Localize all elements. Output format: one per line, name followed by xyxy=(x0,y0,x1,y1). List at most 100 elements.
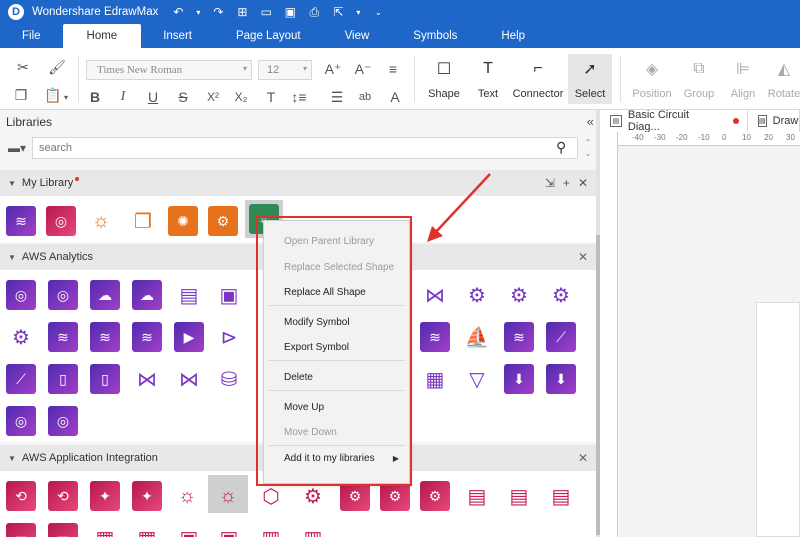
aws-symbol[interactable]: ⚙ xyxy=(298,481,328,511)
library-symbol[interactable]: ☼ xyxy=(86,206,116,236)
close-icon[interactable]: ✕ xyxy=(578,250,588,264)
text-align-icon[interactable]: ≡ xyxy=(384,60,402,78)
aws-symbol[interactable]: ▥ xyxy=(256,523,286,537)
select-button[interactable]: ➚ Select xyxy=(568,54,612,104)
menu-help[interactable]: Help xyxy=(479,24,547,48)
aws-symbol[interactable]: ⚙ xyxy=(504,280,534,310)
aws-symbol[interactable]: ⛵ xyxy=(462,322,492,352)
aws-symbol[interactable]: ⬇ xyxy=(504,364,534,394)
canvas-page[interactable] xyxy=(756,302,800,537)
new-file-icon[interactable]: ⊞ xyxy=(234,4,250,20)
position-button[interactable]: ◈ Position xyxy=(630,54,674,104)
underline-icon[interactable]: U xyxy=(144,88,162,106)
menu-modify-symbol[interactable]: Modify Symbol xyxy=(264,312,409,332)
aws-symbol[interactable]: ▽ xyxy=(462,364,492,394)
menu-export-symbol[interactable]: Export Symbol xyxy=(264,337,409,357)
aws-symbol[interactable]: ☼ xyxy=(213,481,243,511)
aws-symbol[interactable]: ⚙ xyxy=(6,322,36,352)
search-icon[interactable]: ⚲ xyxy=(556,139,566,156)
menu-replace-selected-shape[interactable]: Replace Selected Shape xyxy=(264,257,409,277)
aws-symbol[interactable]: ▦ xyxy=(90,523,120,537)
add-icon[interactable]: + xyxy=(563,176,570,190)
subscript-icon[interactable]: X₂ xyxy=(232,88,250,106)
bullet-list-icon[interactable]: ☰ xyxy=(328,88,346,106)
aws-symbol[interactable]: ▯ xyxy=(48,364,78,394)
bold-icon[interactable]: B xyxy=(86,88,104,106)
aws-symbol[interactable]: ◎ xyxy=(6,280,36,310)
aws-symbol[interactable]: ◎ xyxy=(48,280,78,310)
save-icon[interactable]: ▣ xyxy=(282,4,298,20)
rotate-button[interactable]: ◭ Rotate xyxy=(768,54,800,104)
menu-add-to-my-libraries[interactable]: Add it to my libraries ▶ xyxy=(264,448,409,468)
close-icon[interactable]: ✕ xyxy=(578,176,588,190)
aws-symbol[interactable]: ▣ xyxy=(214,523,244,537)
align-button[interactable]: ⊫ Align xyxy=(726,54,760,104)
aws-symbol[interactable]: ▣ xyxy=(214,280,244,310)
connector-button[interactable]: ⌐ Connector xyxy=(512,54,564,104)
aws-symbol[interactable]: ▣ xyxy=(174,523,204,537)
aws-symbol[interactable]: ≋ xyxy=(132,322,162,352)
doc-tab-drawing[interactable]: ▤ Drawin xyxy=(748,110,800,132)
aws-symbol[interactable]: ▤ xyxy=(504,481,534,511)
open-folder-icon[interactable]: ▭ xyxy=(258,4,274,20)
font-color-icon[interactable]: A xyxy=(386,88,404,106)
aws-symbol[interactable]: ▶ xyxy=(174,322,204,352)
aws-symbol[interactable]: ≋ xyxy=(420,322,450,352)
aws-symbol[interactable]: ⋈ xyxy=(132,364,162,394)
print-icon[interactable]: ⎙ xyxy=(306,4,322,20)
aws-symbol[interactable]: ⚙ xyxy=(420,481,450,511)
aws-symbol[interactable]: ◎ xyxy=(48,406,78,436)
aws-symbol[interactable]: ▤ xyxy=(546,481,576,511)
italic-icon[interactable]: I xyxy=(114,88,132,106)
customize-toolbar-icon[interactable]: ⌄ xyxy=(370,4,386,20)
library-manager-icon[interactable]: ▬▾ xyxy=(8,141,26,155)
menu-file[interactable]: File xyxy=(0,24,63,48)
text-format-icon[interactable]: T xyxy=(262,88,280,106)
aws-symbol[interactable]: ▦ xyxy=(132,523,162,537)
menu-page-layout[interactable]: Page Layout xyxy=(214,24,323,48)
group-button[interactable]: ⧉ Group xyxy=(680,54,718,104)
aws-symbol[interactable]: ☁ xyxy=(132,280,162,310)
aws-symbol[interactable]: ▭ xyxy=(6,523,36,537)
aws-symbol[interactable]: ▥ xyxy=(298,523,328,537)
aws-symbol[interactable]: ▭ xyxy=(48,523,78,537)
aws-symbol[interactable]: ⬇ xyxy=(546,364,576,394)
strikethrough-icon[interactable]: S xyxy=(174,88,192,106)
decrease-font-icon[interactable]: A⁻ xyxy=(354,60,372,78)
aws-symbol[interactable]: ▦ xyxy=(420,364,450,394)
collapse-panel-icon[interactable]: « xyxy=(587,114,594,129)
menu-insert[interactable]: Insert xyxy=(141,24,214,48)
search-scroll-arrows[interactable]: ⌃ ⌄ xyxy=(582,137,594,159)
aws-symbol[interactable]: ⋈ xyxy=(174,364,204,394)
menu-view[interactable]: View xyxy=(323,24,392,48)
aws-symbol[interactable]: ⟋ xyxy=(6,364,36,394)
font-family-select[interactable]: Times New Roman ▾ xyxy=(86,60,252,80)
aws-symbol[interactable]: ⬡ xyxy=(256,481,286,511)
undo-dropdown-icon[interactable]: ▾ xyxy=(194,4,202,20)
close-icon[interactable]: ✕ xyxy=(578,451,588,465)
font-size-select[interactable]: 12 ▾ xyxy=(258,60,312,80)
aws-symbol[interactable]: ⚙ xyxy=(462,280,492,310)
format-painter-icon[interactable]: 🖌 xyxy=(48,58,66,76)
aws-symbol[interactable]: ⋈ xyxy=(420,280,450,310)
aws-symbol[interactable]: ⊳ xyxy=(214,322,244,352)
paste-icon[interactable]: 📋 xyxy=(44,86,62,104)
text-case-icon[interactable]: ab xyxy=(356,88,374,106)
menu-move-up[interactable]: Move Up xyxy=(264,397,409,417)
aws-symbol[interactable]: ◎ xyxy=(6,406,36,436)
aws-symbol[interactable]: ✦ xyxy=(90,481,120,511)
line-spacing-icon[interactable]: ↕≡ xyxy=(290,88,308,106)
text-button[interactable]: T Text xyxy=(472,54,504,104)
aws-symbol[interactable]: ⚙ xyxy=(380,481,410,511)
aws-symbol[interactable]: ▤ xyxy=(174,280,204,310)
menu-replace-all-shape[interactable]: Replace All Shape xyxy=(264,282,409,302)
library-symbol[interactable]: ≋ xyxy=(6,206,36,236)
aws-symbol[interactable]: ≋ xyxy=(504,322,534,352)
aws-symbol[interactable]: ☁ xyxy=(90,280,120,310)
paste-dropdown-icon[interactable]: ▾ xyxy=(62,88,70,106)
aws-symbol[interactable]: ⟲ xyxy=(48,481,78,511)
library-symbol[interactable]: ❐ xyxy=(128,206,158,236)
redo-icon[interactable]: ↷ xyxy=(210,4,226,20)
aws-symbol[interactable]: ⟋ xyxy=(546,322,576,352)
doc-tab-basic-circuit[interactable]: ▤ Basic Circuit Diag... xyxy=(600,109,748,133)
